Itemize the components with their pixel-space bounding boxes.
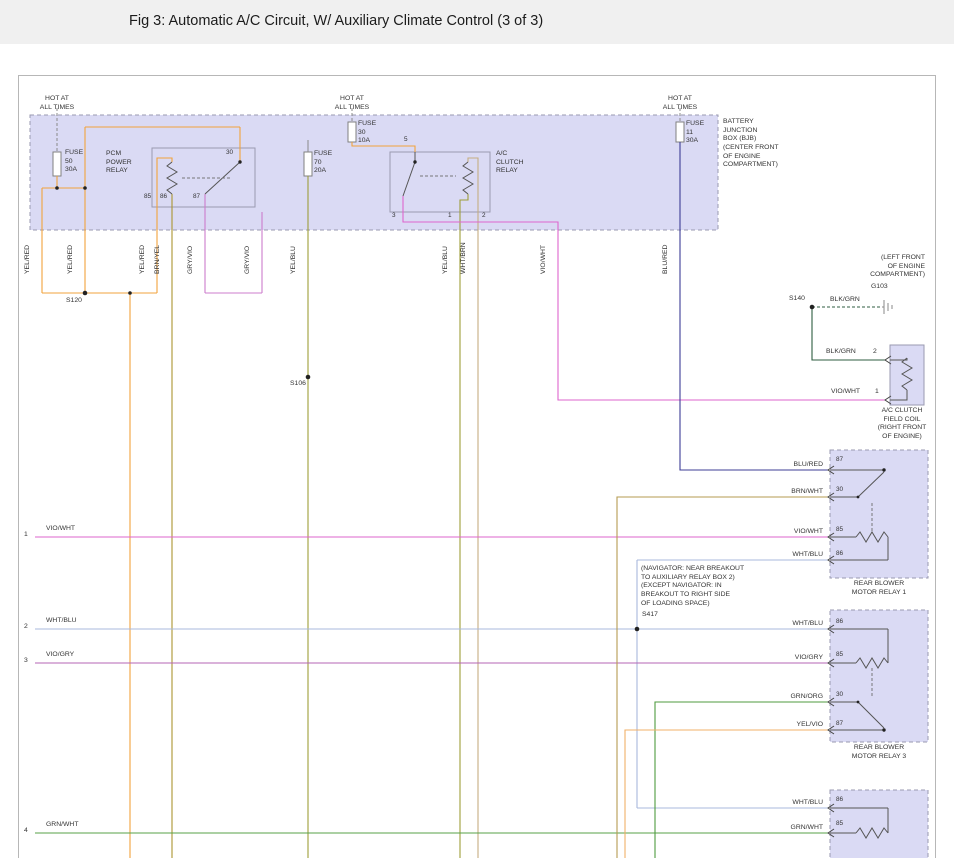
yel-blu-wires — [308, 176, 468, 858]
relay3-pin-85: 85 — [836, 651, 843, 659]
fuse11-label: FUSE 11 30A — [686, 120, 704, 146]
fuse11-symbol — [676, 122, 684, 142]
contact-dot — [857, 701, 860, 704]
page: Fig 3: Automatic A/C Circuit, W/ Auxilia… — [0, 0, 954, 858]
fuse70-label: FUSE 70 20A — [314, 150, 332, 176]
relay1-pin-30: 30 — [836, 486, 843, 494]
wire-label-rotated: YEL/RED — [139, 232, 148, 274]
bjb-label: BATTERY JUNCTION BOX (BJB) (CENTER FRONT… — [723, 118, 779, 170]
contact-dot — [413, 160, 416, 163]
field-coil-wire2-label: BLK/GRN — [826, 348, 856, 357]
wire-label-rotated: GRY/VIO — [187, 232, 196, 274]
relay4-pin-85: 85 — [836, 820, 843, 828]
splice-s417-dot — [635, 627, 640, 632]
splice-s120-dot — [83, 291, 88, 296]
fuse50-symbol — [53, 152, 61, 176]
left-wire-2-number: 2 — [24, 623, 28, 632]
contact-dot — [857, 496, 860, 499]
relay3-pin-86: 86 — [836, 618, 843, 626]
contact-dot — [882, 728, 885, 731]
pcm-pin-87: 87 — [193, 193, 200, 201]
left-wire-4-number: 4 — [24, 827, 28, 836]
splice-s120-label: S120 — [66, 297, 82, 306]
wire-label-rotated: BRN/YEL — [154, 232, 163, 274]
relay1-wire-blu-red: BLU/RED — [763, 461, 823, 470]
field-coil-pin1: 1 — [875, 388, 879, 397]
relay3-wire-yel-vio: YEL/VIO — [763, 721, 823, 730]
left-wire-3-number: 3 — [24, 657, 28, 666]
ac-pin-5: 5 — [404, 136, 408, 144]
wire-label-rotated: VIO/WHT — [540, 232, 549, 274]
splice-s106-dot — [306, 375, 311, 380]
left-wire-4-label: GRN/WHT — [46, 821, 78, 830]
junction-dot — [83, 186, 87, 190]
ac-relay-label: A/C CLUTCH RELAY — [496, 150, 524, 176]
left-wire-2-label: WHT/BLU — [46, 617, 77, 626]
ac-pin-1: 1 — [448, 212, 452, 220]
field-coil-wire1-label: VIO/WHT — [831, 388, 860, 397]
wire-label-rotated: BLU/RED — [662, 232, 671, 274]
rear-blower-relay3-box — [830, 610, 928, 742]
relay1-wire-vio-wht: VIO/WHT — [763, 528, 823, 537]
splice-s417-label: S417 — [642, 611, 658, 620]
yel-red-wires — [42, 127, 415, 858]
junction-dot — [55, 186, 59, 190]
s417-location-note: (NAVIGATOR: NEAR BREAKOUT TO AUXILIARY R… — [641, 565, 771, 608]
contact-dot — [238, 160, 241, 163]
relay3-wire-vio-gry: VIO/GRY — [763, 654, 823, 663]
left-wire-3-label: VIO/GRY — [46, 651, 74, 660]
relay-dashed-links — [182, 176, 872, 697]
wire-label-rotated: YEL/BLU — [442, 232, 451, 274]
field-coil-caption: A/C CLUTCH FIELD COIL (RIGHT FRONT OF EN… — [858, 407, 946, 442]
splice-dots — [55, 160, 886, 731]
relay1-caption: REAR BLOWER MOTOR RELAY 1 — [830, 580, 928, 597]
splice-s140-label: S140 — [789, 295, 805, 304]
relay4-wire-wht-blu: WHT/BLU — [763, 799, 823, 808]
relay1-pin-86: 86 — [836, 550, 843, 558]
fuse70-symbol — [304, 152, 312, 176]
wire-label-rotated: YEL/RED — [24, 232, 33, 274]
fuse50-label: FUSE 50 30A — [65, 149, 83, 175]
hot-label-middle: HOT AT ALL TIMES — [332, 95, 372, 112]
pcm-pin-85: 85 — [144, 193, 151, 201]
pcm-relay-label: PCM POWER RELAY — [106, 150, 132, 176]
fuse30-symbol — [348, 122, 356, 142]
field-coil-pin2: 2 — [873, 348, 877, 357]
pcm-pin-86: 86 — [160, 193, 167, 201]
relay3-wire-wht-blu: WHT/BLU — [763, 620, 823, 629]
relay1-wire-brn-wht: BRN/WHT — [763, 488, 823, 497]
relay1-pin-85: 85 — [836, 526, 843, 534]
hot-label-right: HOT AT ALL TIMES — [660, 95, 700, 112]
contact-dot — [882, 468, 885, 471]
wire-label-rotated: WHT/BRN — [460, 232, 469, 274]
blk-grn-label: BLK/GRN — [830, 296, 860, 305]
ac-pin-3: 3 — [392, 212, 396, 220]
relay1-wire-wht-blu: WHT/BLU — [763, 551, 823, 560]
relay1-pin-87: 87 — [836, 456, 843, 464]
splice-s140-dot — [810, 305, 815, 310]
relay4-pin-86: 86 — [836, 796, 843, 804]
ground-location-label: (LEFT FRONT OF ENGINE COMPARTMENT) — [843, 254, 925, 280]
hot-label-left: HOT AT ALL TIMES — [37, 95, 77, 112]
rear-blower-relay4-box — [830, 790, 928, 858]
junction-dot — [128, 291, 132, 295]
fuse30-label: FUSE 30 10A — [358, 120, 376, 146]
relay4-wire-grn-wht: GRN/WHT — [763, 824, 823, 833]
relay3-caption: REAR BLOWER MOTOR RELAY 3 — [830, 744, 928, 761]
relay3-wire-grn-org: GRN/ORG — [763, 693, 823, 702]
ground-g103-label: G103 — [871, 283, 888, 292]
relay3-pin-30: 30 — [836, 691, 843, 699]
splice-s106-label: S106 — [290, 380, 306, 389]
wht-brn-wire — [468, 158, 478, 858]
wire-label-rotated: YEL/BLU — [290, 232, 299, 274]
relay3-pin-87: 87 — [836, 720, 843, 728]
wire-label-rotated: YEL/RED — [67, 232, 76, 274]
ac-pin-2: 2 — [482, 212, 486, 220]
left-wire-1-number: 1 — [24, 531, 28, 540]
left-wire-1-label: VIO/WHT — [46, 525, 75, 534]
rear-blower-relay1-box — [830, 450, 928, 578]
pcm-pin-30: 30 — [226, 149, 233, 157]
wire-label-rotated: GRY/VIO — [244, 232, 253, 274]
